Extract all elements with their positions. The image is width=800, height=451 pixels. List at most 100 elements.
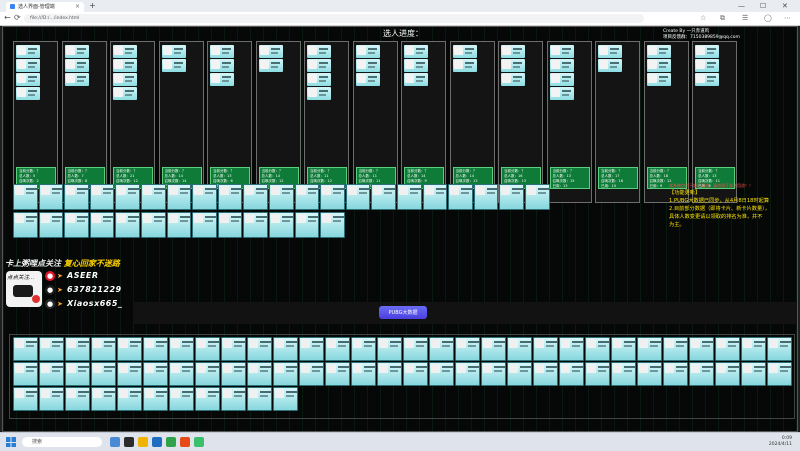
picked-player-card[interactable] <box>307 87 331 100</box>
picked-player-card[interactable] <box>258 45 283 58</box>
picked-player-card[interactable] <box>258 59 283 72</box>
back-arrow-icon[interactable]: ← <box>4 13 11 22</box>
new-tab-button[interactable]: + <box>89 1 96 10</box>
picked-player-card[interactable] <box>452 59 477 72</box>
favorite-star-icon[interactable]: ☆ <box>700 14 706 22</box>
candidate-card[interactable] <box>715 337 740 361</box>
picked-player-card[interactable] <box>646 59 671 72</box>
candidate-card[interactable] <box>403 337 428 361</box>
candidate-card[interactable] <box>141 184 166 210</box>
candidate-card[interactable] <box>377 337 402 361</box>
picked-player-card[interactable] <box>404 73 428 86</box>
picked-player-card[interactable] <box>210 73 234 86</box>
picked-player-card[interactable] <box>64 45 89 58</box>
picked-player-card[interactable] <box>113 87 137 100</box>
picked-player-card[interactable] <box>113 45 137 58</box>
app-icon-2[interactable] <box>166 437 176 447</box>
candidate-card[interactable] <box>403 362 428 386</box>
app-icon-4[interactable] <box>194 437 204 447</box>
picked-player-card[interactable] <box>307 45 331 58</box>
system-clock[interactable]: 0:09 2024/4/11 <box>769 436 792 448</box>
picked-player-card[interactable] <box>64 59 89 72</box>
candidate-card[interactable] <box>533 337 558 361</box>
candidate-card[interactable] <box>429 362 454 386</box>
candidate-card[interactable] <box>559 337 584 361</box>
picked-player-card[interactable] <box>695 59 719 72</box>
candidate-card[interactable] <box>320 184 345 210</box>
candidate-card[interactable] <box>481 337 506 361</box>
candidate-card[interactable] <box>169 362 194 386</box>
candidate-card[interactable] <box>611 362 636 386</box>
candidate-card[interactable] <box>89 184 115 210</box>
candidate-card[interactable] <box>273 337 298 361</box>
maximize-button[interactable]: ☐ <box>760 0 766 12</box>
picked-player-card[interactable] <box>355 59 380 72</box>
candidate-card[interactable] <box>247 362 272 386</box>
candidate-card[interactable] <box>320 212 345 238</box>
picked-player-card[interactable] <box>210 59 234 72</box>
candidate-card[interactable] <box>195 362 220 386</box>
candidate-card[interactable] <box>397 184 422 210</box>
candidate-card[interactable] <box>559 362 584 386</box>
candidate-card[interactable] <box>115 184 140 210</box>
candidate-card[interactable] <box>243 184 268 210</box>
candidate-card[interactable] <box>473 184 499 210</box>
candidate-card[interactable] <box>345 184 371 210</box>
candidate-card[interactable] <box>663 362 688 386</box>
candidate-card[interactable] <box>741 362 766 386</box>
candidate-card[interactable] <box>166 212 192 238</box>
candidate-card[interactable] <box>13 387 38 411</box>
candidate-card[interactable] <box>39 362 64 386</box>
candidate-card[interactable] <box>91 337 116 361</box>
candidate-card[interactable] <box>663 337 688 361</box>
candidate-card[interactable] <box>585 337 610 361</box>
candidate-card[interactable] <box>533 362 558 386</box>
candidate-card[interactable] <box>39 337 64 361</box>
picked-player-card[interactable] <box>16 45 40 58</box>
candidate-card[interactable] <box>689 337 714 361</box>
candidate-card[interactable] <box>611 337 636 361</box>
candidate-card[interactable] <box>192 184 217 210</box>
picked-player-card[interactable] <box>210 45 234 58</box>
candidate-card[interactable] <box>507 362 532 386</box>
edge-browser-icon[interactable] <box>152 437 162 447</box>
candidate-card[interactable] <box>269 184 294 210</box>
picked-player-card[interactable] <box>501 59 525 72</box>
picked-player-card[interactable] <box>549 87 574 100</box>
candidate-card[interactable] <box>247 387 272 411</box>
candidate-card[interactable] <box>143 337 168 361</box>
candidate-card[interactable] <box>141 212 166 238</box>
more-menu-icon[interactable]: ⋯ <box>784 14 791 22</box>
picked-player-card[interactable] <box>646 45 671 58</box>
picked-player-card[interactable] <box>501 73 525 86</box>
picked-player-card[interactable] <box>355 73 380 86</box>
candidate-card[interactable] <box>65 337 90 361</box>
picked-player-card[interactable] <box>404 59 428 72</box>
candidate-card[interactable] <box>89 212 115 238</box>
candidate-card[interactable] <box>351 337 376 361</box>
picked-player-card[interactable] <box>307 73 331 86</box>
task-view-icon[interactable] <box>110 437 120 447</box>
candidate-card[interactable] <box>299 337 324 361</box>
candidate-card[interactable] <box>637 337 662 361</box>
refresh-icon[interactable]: ⟳ <box>14 13 21 22</box>
candidate-card[interactable] <box>585 362 610 386</box>
candidate-card[interactable] <box>64 212 89 238</box>
windows-start-icon[interactable] <box>6 437 16 447</box>
candidate-card[interactable] <box>689 362 714 386</box>
candidate-card[interactable] <box>65 362 90 386</box>
pubg-data-button[interactable]: PUBG大数据 <box>379 306 427 319</box>
candidate-card[interactable] <box>294 184 320 210</box>
candidate-card[interactable] <box>217 184 243 210</box>
candidate-card[interactable] <box>38 184 64 210</box>
candidate-card[interactable] <box>169 387 194 411</box>
picked-player-card[interactable] <box>598 59 622 72</box>
candidate-card[interactable] <box>448 184 473 210</box>
picked-player-card[interactable] <box>452 45 477 58</box>
profile-icon[interactable]: ◯ <box>764 14 772 22</box>
candidate-card[interactable] <box>325 337 350 361</box>
candidate-card[interactable] <box>429 337 454 361</box>
candidate-card[interactable] <box>299 362 324 386</box>
picked-player-card[interactable] <box>549 59 574 72</box>
candidate-card[interactable] <box>422 184 448 210</box>
